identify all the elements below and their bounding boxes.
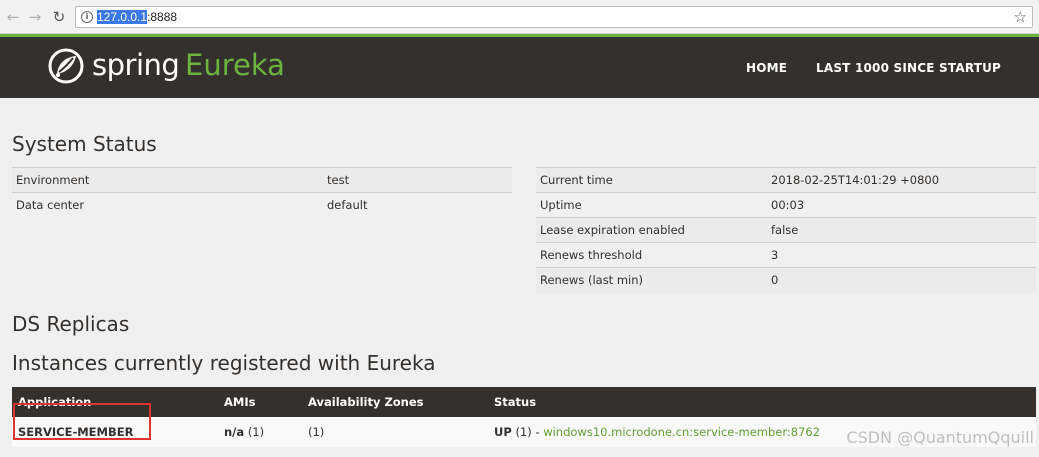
url-text[interactable]: 127.0.0.1:8888 xyxy=(97,10,177,24)
table-row: Lease expiration enabled false xyxy=(536,217,1036,243)
instance-link[interactable]: windows10.microdone.cn:service-member:87… xyxy=(543,425,820,439)
star-icon[interactable]: ☆ xyxy=(1014,8,1027,26)
nav-last-1000-link[interactable]: LAST 1000 SINCE STARTUP xyxy=(816,61,1001,75)
amis-value: n/a xyxy=(224,425,245,439)
col-amis: AMIs xyxy=(218,387,302,417)
status-key: Renews (last min) xyxy=(536,267,767,293)
forward-arrow-icon[interactable]: → xyxy=(26,8,44,26)
status-key: Lease expiration enabled xyxy=(536,217,767,243)
status-value: default xyxy=(323,192,512,218)
address-bar[interactable]: i 127.0.0.1:8888 ☆ xyxy=(75,6,1033,28)
brand-eureka[interactable]: Eureka xyxy=(185,48,285,82)
status-value: test xyxy=(323,167,512,193)
highlight-annotation-box xyxy=(13,403,151,440)
reload-icon[interactable]: ↻ xyxy=(50,8,68,26)
table-row: Current time 2018-02-25T14:01:29 +0800 xyxy=(536,167,1036,193)
amis-count: (1) xyxy=(247,425,265,439)
url-selected-host: 127.0.0.1 xyxy=(97,10,148,24)
table-header-row: Application AMIs Availability Zones Stat… xyxy=(12,387,1036,417)
instances-title: Instances currently registered with Eure… xyxy=(12,351,436,375)
amis-cell: n/a (1) xyxy=(218,417,302,447)
status-value: 0 xyxy=(767,267,1036,293)
brand-spring[interactable]: spring xyxy=(92,48,180,82)
status-key: Current time xyxy=(536,167,767,193)
system-status-right-table: Current time 2018-02-25T14:01:29 +0800 U… xyxy=(536,167,1036,293)
status-value: 3 xyxy=(767,242,1036,268)
ds-replicas-title: DS Replicas xyxy=(12,312,130,336)
status-value: 00:03 xyxy=(767,192,1036,218)
back-arrow-icon[interactable]: ← xyxy=(4,8,22,26)
url-port: :8888 xyxy=(147,10,178,24)
spring-leaf-icon[interactable] xyxy=(48,48,84,84)
browser-toolbar: ← → ↻ i 127.0.0.1:8888 ☆ xyxy=(0,0,1039,34)
status-count: (1) - xyxy=(515,425,540,439)
status-value: 2018-02-25T14:01:29 +0800 xyxy=(767,167,1036,193)
col-availability-zones: Availability Zones xyxy=(302,387,488,417)
table-row: Data center default xyxy=(12,192,512,218)
status-key: Renews threshold xyxy=(536,242,767,268)
table-row: Renews threshold 3 xyxy=(536,242,1036,268)
eureka-navbar: spring Eureka HOME LAST 1000 SINCE START… xyxy=(0,37,1039,98)
table-row: Environment test xyxy=(12,167,512,193)
nav-home-link[interactable]: HOME xyxy=(746,61,787,75)
watermark-text: CSDN @QuantumQquill xyxy=(846,428,1034,447)
status-key: Uptime xyxy=(536,192,767,218)
status-key: Data center xyxy=(12,192,323,218)
status-up: UP xyxy=(494,425,512,439)
status-key: Environment xyxy=(12,167,323,193)
info-icon[interactable]: i xyxy=(81,11,93,23)
system-status-title: System Status xyxy=(12,132,157,156)
status-value: false xyxy=(767,217,1036,243)
table-row: Renews (last min) 0 xyxy=(536,267,1036,293)
zones-cell: (1) xyxy=(302,417,488,447)
col-status: Status xyxy=(488,387,1036,417)
system-status-left-table: Environment test Data center default xyxy=(12,167,512,218)
table-row: Uptime 00:03 xyxy=(536,192,1036,218)
